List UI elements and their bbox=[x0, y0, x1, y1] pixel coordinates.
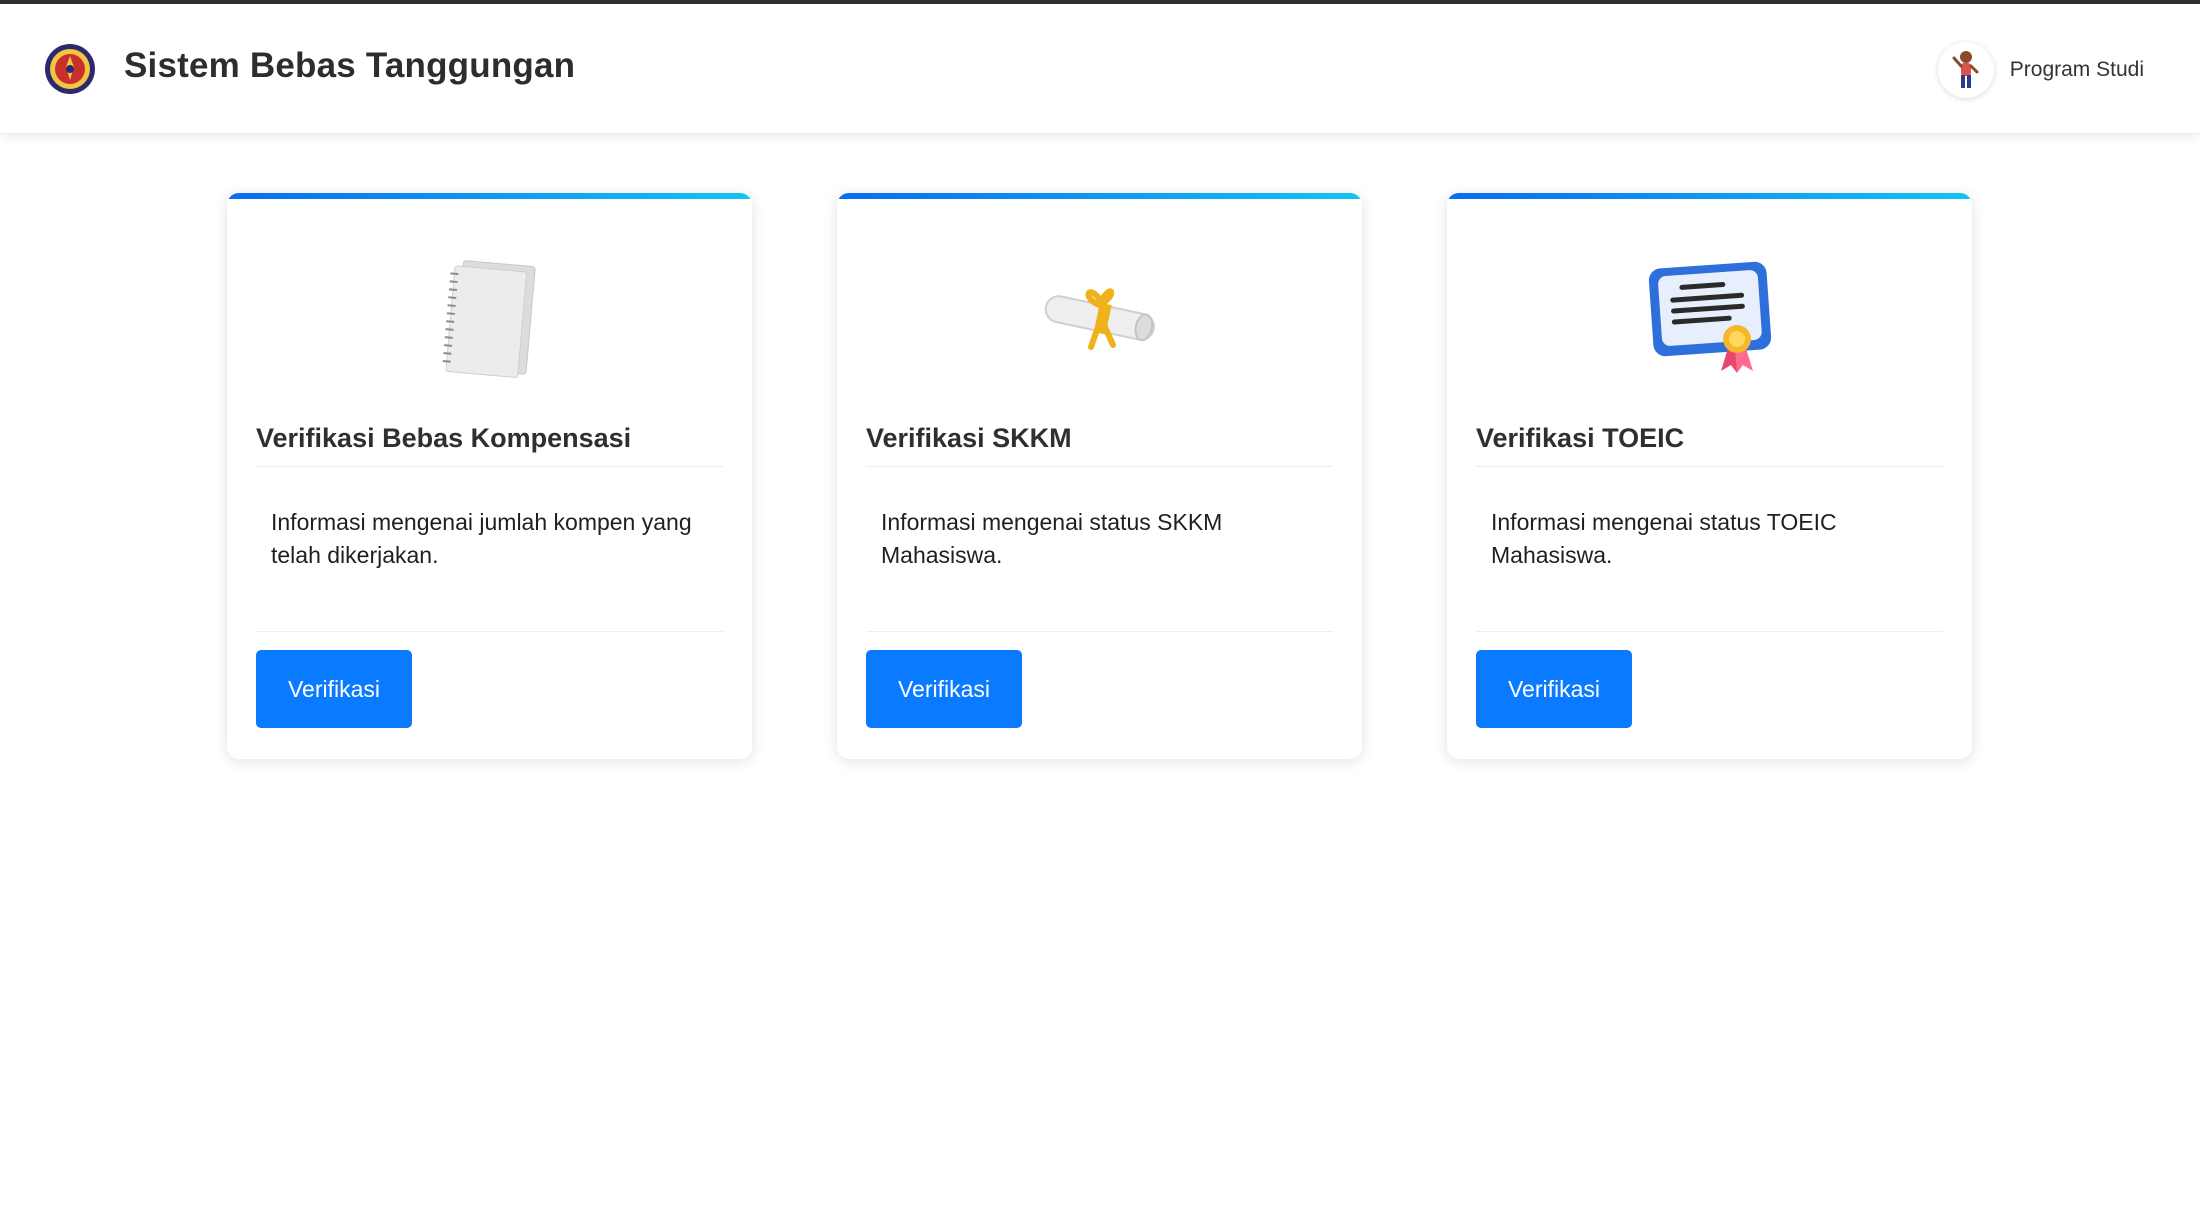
user-role-label: Program Studi bbox=[2009, 58, 2144, 81]
card-divider bbox=[256, 631, 723, 632]
user-menu[interactable]: Program Studi bbox=[1937, 42, 2144, 98]
card-toeic: Verifikasi TOEIC Informasi mengenai stat… bbox=[1447, 193, 1972, 759]
verifikasi-toeic-button[interactable]: Verifikasi bbox=[1476, 650, 1632, 728]
certificate-icon bbox=[1648, 261, 1771, 373]
institution-logo bbox=[45, 44, 95, 94]
card-bebas-kompensasi: Verifikasi Bebas Kompensasi Informasi me… bbox=[227, 193, 752, 759]
card-accent-bar bbox=[837, 193, 1362, 199]
user-avatar[interactable] bbox=[1937, 42, 1994, 98]
avatar-figure-icon bbox=[1952, 51, 1979, 88]
app-header: Sistem Bebas Tanggungan Program Studi bbox=[0, 4, 2200, 134]
card-title: Verifikasi SKKM bbox=[866, 423, 1333, 467]
card-accent-bar bbox=[227, 193, 752, 199]
verifikasi-skkm-button[interactable]: Verifikasi bbox=[866, 650, 1022, 728]
card-title: Verifikasi Bebas Kompensasi bbox=[256, 423, 723, 467]
card-skkm: Verifikasi SKKM Informasi mengenai statu… bbox=[837, 193, 1362, 759]
app-title: Sistem Bebas Tanggungan bbox=[124, 46, 576, 85]
diploma-scroll-icon bbox=[1044, 288, 1155, 350]
verifikasi-kompensasi-button[interactable]: Verifikasi bbox=[256, 650, 412, 728]
notebook-icon bbox=[442, 260, 536, 378]
card-description: Informasi mengenai jumlah kompen yang te… bbox=[271, 509, 692, 568]
card-divider bbox=[866, 631, 1333, 632]
card-description: Informasi mengenai status SKKM Mahasiswa… bbox=[881, 509, 1223, 568]
card-title: Verifikasi TOEIC bbox=[1476, 423, 1943, 467]
card-divider bbox=[1476, 631, 1943, 632]
card-description: Informasi mengenai status TOEIC Mahasisw… bbox=[1491, 509, 1837, 568]
card-accent-bar bbox=[1447, 193, 1972, 199]
